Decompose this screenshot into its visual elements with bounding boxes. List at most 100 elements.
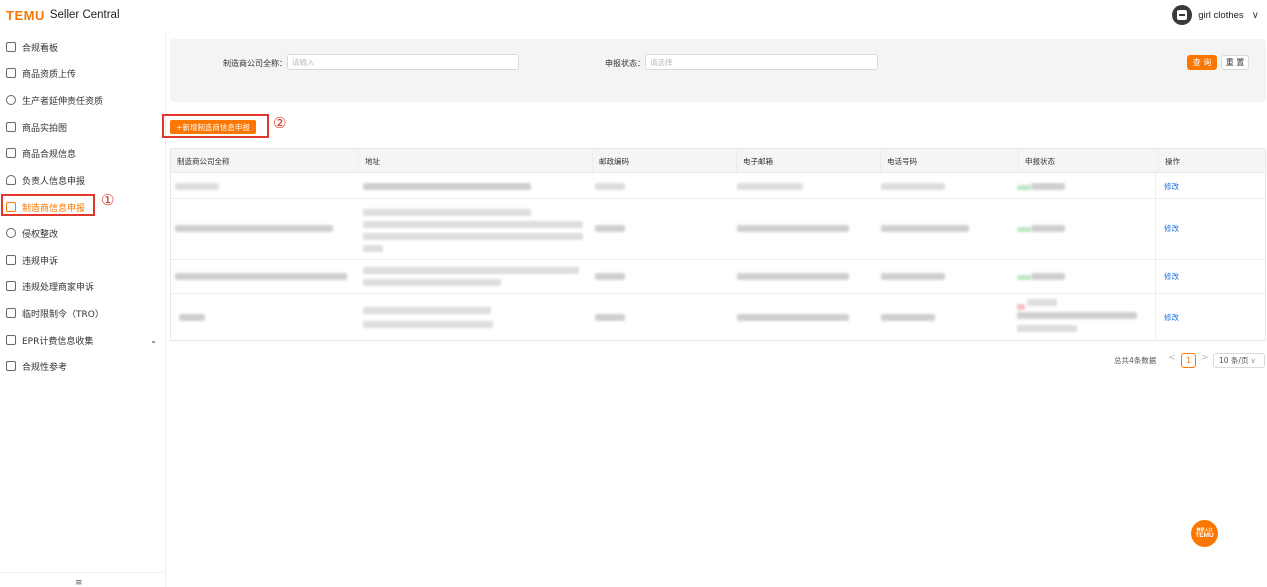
input-placeholder: 请输入 [292, 57, 315, 67]
redacted-address [363, 209, 531, 216]
sidebar-item-label: 负责人信息申报 [22, 176, 86, 187]
info-icon [6, 228, 16, 238]
column-header: 邮政编码 [592, 149, 736, 173]
redacted-phone [881, 314, 935, 321]
dashboard-icon [6, 42, 16, 52]
redacted-address [363, 267, 579, 274]
top-bar: TEMU Seller Central girl clothes ∨ [0, 0, 1267, 30]
sidebar-item-label: 生产者延伸责任资质 [22, 96, 104, 107]
sidebar-item-violation-merchant-appeal[interactable]: 违规处理商家申诉 [0, 273, 165, 299]
sidebar-item-compliance-reference[interactable]: 合规性参考 [0, 353, 165, 379]
annotation-box-sidebar [1, 194, 95, 216]
status-indicator [1017, 227, 1031, 232]
sidebar-item-infringement-rectification[interactable]: 侵权整改 [0, 220, 165, 246]
temu-logo[interactable]: TEMU [6, 8, 45, 23]
image-icon [6, 122, 16, 132]
chevron-down-icon[interactable]: ⌄ [150, 336, 157, 345]
sidebar-item-label: 侵权整改 [22, 229, 59, 240]
complaint-icon [6, 281, 16, 291]
annotation-box-add-button [162, 114, 269, 138]
redacted-postcode [595, 314, 625, 321]
redacted-address [363, 321, 493, 328]
collapse-sidebar-icon[interactable]: ≡ [75, 578, 83, 587]
table-row: 修改 [171, 294, 1265, 341]
billing-icon [6, 335, 16, 345]
appeal-icon [6, 255, 16, 265]
manufacturer-table: 制造商公司全称 地址 邮政编码 电子邮箱 电话号码 申报状态 操作 修改 修改 [170, 148, 1266, 341]
pagination-next-icon[interactable]: > [1201, 353, 1209, 363]
sidebar-item-product-compliance-info[interactable]: 商品合规信息 [0, 140, 165, 166]
sidebar-item-epr-qualification[interactable]: 生产者延伸责任资质 [0, 87, 165, 113]
status-indicator [1017, 275, 1031, 280]
query-button[interactable]: 查 询 [1187, 55, 1217, 70]
store-avatar-icon[interactable] [1172, 5, 1193, 25]
redacted-address [363, 221, 583, 228]
edit-link[interactable]: 修改 [1164, 312, 1179, 323]
table-header: 制造商公司全称 地址 邮政编码 电子邮箱 电话号码 申报状态 操作 [171, 149, 1265, 173]
redacted-postcode [595, 225, 625, 232]
temu-float-button[interactable]: 商家入口 TEMU [1191, 520, 1218, 547]
status-label: 申报状态： [605, 59, 645, 68]
sidebar-item-label: 合规性参考 [22, 362, 68, 373]
annotation-marker-1: ① [101, 191, 115, 209]
redacted-status [1017, 325, 1077, 332]
sidebar-item-label: 商品资质上传 [22, 69, 77, 80]
redacted-status [1027, 299, 1057, 306]
select-placeholder: 请选择 [650, 57, 673, 67]
redacted-address [363, 183, 531, 190]
pagination-prev-icon[interactable]: < [1168, 353, 1176, 363]
redacted-address [363, 307, 491, 314]
redacted-address [363, 245, 383, 252]
upload-icon [6, 68, 16, 78]
redacted-address [363, 279, 501, 286]
pagination-total: 总共4条数据 [1114, 356, 1157, 365]
redacted-email [737, 273, 849, 280]
redacted-status [1031, 225, 1065, 232]
redacted-company-name [175, 225, 333, 232]
edit-link[interactable]: 修改 [1164, 223, 1179, 234]
user-menu[interactable]: girl clothes ∨ [1172, 4, 1259, 26]
column-header: 操作 [1158, 149, 1265, 173]
reset-button[interactable]: 重 置 [1221, 55, 1249, 70]
redacted-address [363, 233, 583, 240]
column-header: 电子邮箱 [736, 149, 880, 173]
sidebar-item-label: 商品合规信息 [22, 149, 77, 160]
table-row: 修改 [171, 173, 1265, 199]
sidebar-item-label: 商品实拍图 [22, 123, 68, 134]
sidebar-item-label: 临时限制令（TRO） [22, 309, 104, 320]
column-header: 电话号码 [880, 149, 1018, 173]
status-select[interactable]: 请选择 [645, 54, 878, 70]
sidebar-item-responsible-person[interactable]: 负责人信息申报 [0, 167, 165, 193]
status-indicator [1017, 185, 1031, 190]
chevron-down-icon[interactable]: ∨ [1252, 10, 1259, 21]
filter-panel [170, 39, 1266, 102]
company-name-input[interactable]: 请输入 [287, 54, 519, 70]
redacted-phone [881, 225, 969, 232]
redacted-company-name [175, 273, 347, 280]
sidebar-item-tro[interactable]: 临时限制令（TRO） [0, 300, 165, 326]
sidebar-item-product-qualification-upload[interactable]: 商品资质上传 [0, 60, 165, 86]
edit-link[interactable]: 修改 [1164, 271, 1179, 282]
redacted-email [737, 183, 803, 190]
user-name[interactable]: girl clothes [1198, 10, 1243, 21]
sidebar-item-violation-appeal[interactable]: 违规申诉 [0, 247, 165, 273]
sidebar-item-label: 违规申诉 [22, 256, 59, 267]
sidebar-item-epr-billing[interactable]: EPR计费信息收集 ⌄ [0, 327, 165, 353]
sidebar-item-label: 合规看板 [22, 43, 59, 54]
certificate-icon [6, 95, 16, 105]
page-size-select[interactable]: 10 条/页 ∨ [1213, 353, 1265, 368]
annotation-marker-2: ② [273, 114, 287, 132]
redacted-status [1031, 183, 1065, 190]
pagination-page-1[interactable]: 1 [1181, 353, 1196, 368]
chevron-down-icon: ∨ [1250, 356, 1256, 365]
sidebar-item-label: EPR计费信息收集 [22, 336, 94, 347]
redacted-company-name [179, 314, 205, 321]
redacted-status [1017, 312, 1137, 319]
sidebar-item-compliance-dashboard[interactable]: 合规看板 [0, 34, 165, 60]
reference-icon [6, 361, 16, 371]
table-row: 修改 [171, 199, 1265, 260]
edit-link[interactable]: 修改 [1164, 181, 1179, 192]
table-row: 修改 [171, 260, 1265, 294]
sidebar-item-product-photos[interactable]: 商品实拍图 [0, 114, 165, 140]
person-icon [6, 175, 16, 185]
